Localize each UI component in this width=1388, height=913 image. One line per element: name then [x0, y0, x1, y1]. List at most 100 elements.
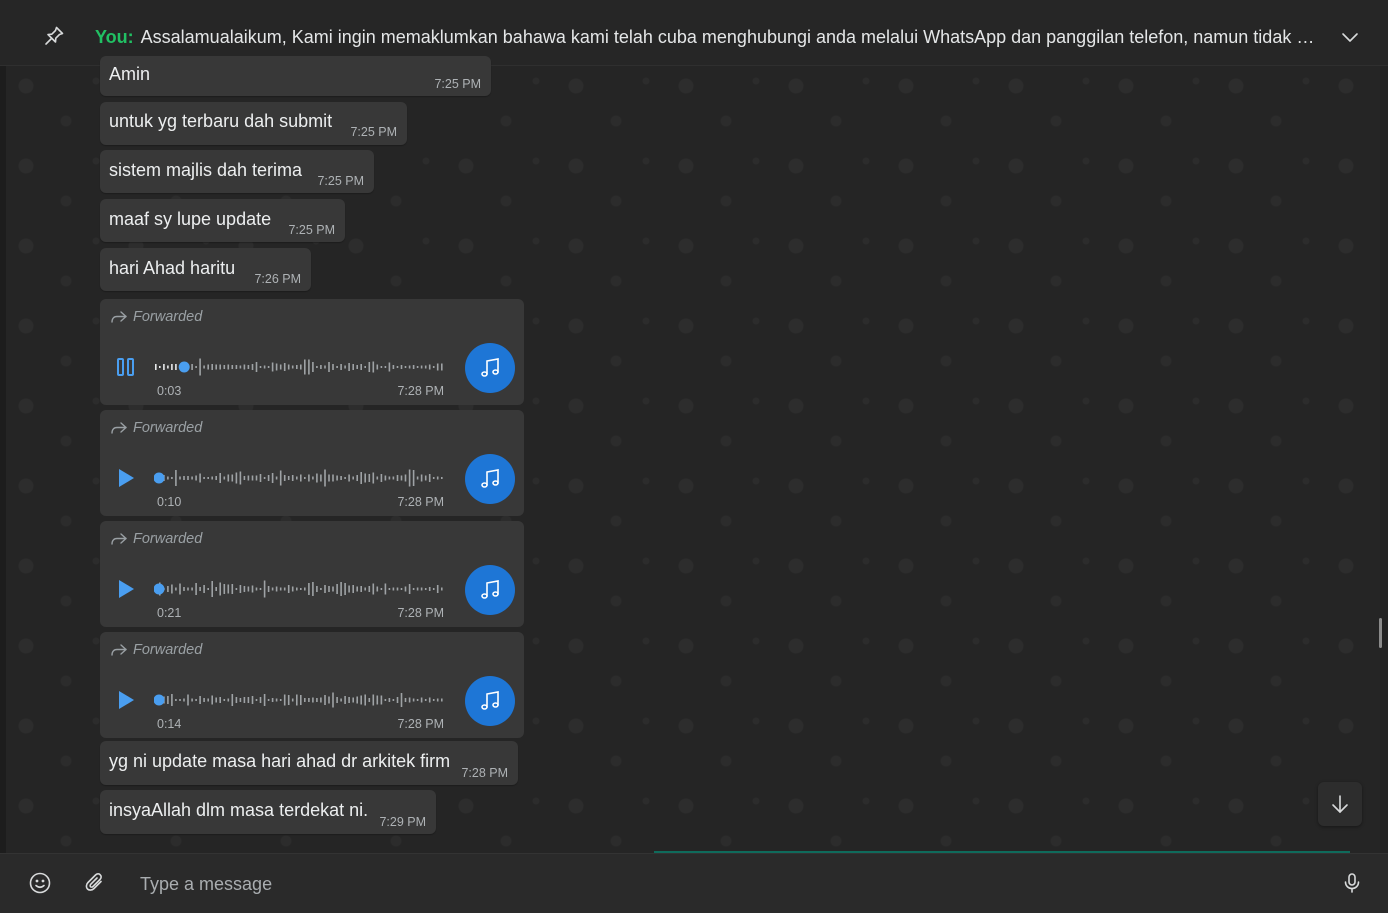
scrollbar-thumb[interactable]: [1379, 618, 1382, 648]
pinned-content: Assalamualaikum, Kami ingin memaklumkan …: [140, 27, 1325, 47]
audio-message[interactable]: Forwarded 0:10 7:28 PM: [100, 410, 524, 516]
window-edge: [0, 0, 6, 913]
waveform-bar: [207, 477, 209, 479]
waveform-bar: [271, 362, 274, 372]
waveform-bar: [171, 584, 173, 594]
waveform-bar: [388, 476, 391, 480]
waveform-bar: [187, 587, 189, 591]
message-bubble[interactable]: sistem majlis dah terima 7:25 PM: [100, 150, 374, 193]
waveform-bar: [227, 698, 230, 702]
audio-duration: 0:03: [157, 384, 182, 398]
waveform-bar: [191, 364, 193, 370]
playback-position-knob[interactable]: [154, 472, 165, 484]
audio-waveform[interactable]: [154, 575, 444, 603]
waveform-bar: [195, 583, 197, 595]
waveform-bar: [207, 364, 209, 370]
waveform-bar: [283, 363, 286, 371]
message-text: untuk yg terbaru dah submit: [109, 111, 333, 131]
audio-waveform[interactable]: [154, 353, 444, 381]
waveform-bar: [211, 581, 213, 597]
message-time: 7:25 PM: [317, 174, 364, 188]
attach-icon[interactable]: [83, 871, 107, 895]
play-icon[interactable]: [115, 578, 137, 600]
waveform-bar: [368, 362, 371, 372]
waveform-bar: [420, 697, 423, 703]
waveform-bar: [263, 580, 266, 598]
playback-position-knob[interactable]: [178, 361, 190, 373]
waveform-bar: [408, 365, 411, 369]
waveform-bar: [171, 477, 173, 479]
emoji-icon[interactable]: [28, 871, 52, 895]
pin-icon[interactable]: [42, 24, 66, 48]
waveform-bar: [328, 586, 330, 592]
waveform-bar: [376, 476, 379, 480]
waveform-bar: [348, 585, 350, 593]
waveform-bar: [436, 585, 439, 593]
waveform-bar: [376, 695, 379, 705]
message-time: 7:28 PM: [461, 766, 508, 780]
waveform-bar: [396, 697, 399, 703]
audio-message[interactable]: Forwarded 0:03 7:28 PM: [100, 299, 524, 405]
waveform-bar: [179, 583, 181, 595]
waveform-bar: [219, 582, 221, 596]
message-bubble[interactable]: untuk yg terbaru dah submit 7:25 PM: [100, 102, 407, 145]
waveform-bar: [420, 587, 423, 591]
waveform-bar: [408, 469, 411, 487]
play-icon[interactable]: [115, 689, 137, 711]
playback-position-knob[interactable]: [154, 583, 165, 595]
waveform-bar: [324, 585, 326, 593]
waveform-bar: [275, 586, 278, 592]
waveform-bar: [304, 698, 306, 702]
message-bubble[interactable]: insyaAllah dlm masa terdekat ni. 7:29 PM: [100, 790, 436, 834]
audio-waveform[interactable]: [154, 464, 444, 492]
waveform-bar: [376, 364, 379, 370]
waveform-bar: [360, 586, 362, 592]
audio-message[interactable]: Forwarded 0:14 7:28 PM: [100, 632, 524, 738]
waveform-bar: [360, 472, 362, 484]
chevron-down-icon[interactable]: [1340, 27, 1360, 47]
waveform-bar: [441, 363, 443, 371]
waveform-bar: [364, 587, 366, 591]
mic-icon[interactable]: [1340, 871, 1364, 895]
waveform-bar: [223, 699, 226, 701]
waveform-bar: [396, 366, 399, 368]
waveform-bar: [235, 472, 238, 484]
audio-duration: 0:10: [157, 495, 182, 509]
waveform-bar: [219, 697, 221, 703]
waveform-bar: [195, 366, 197, 368]
waveform-bar: [412, 698, 415, 702]
audio-message[interactable]: Forwarded 0:21 7:28 PM: [100, 521, 524, 627]
message-time: 7:28 PM: [397, 384, 444, 398]
message-bubble[interactable]: hari Ahad haritu 7:26 PM: [100, 248, 311, 291]
waveform-bar: [187, 694, 189, 706]
waveform-bar: [275, 698, 278, 702]
waveform-bar: [316, 473, 318, 483]
message-bubble[interactable]: Amin 7:25 PM: [100, 56, 491, 96]
waveform-bar: [324, 365, 326, 369]
pause-icon[interactable]: [115, 356, 137, 378]
waveform-bar: [207, 588, 209, 590]
message-bubble[interactable]: maaf sy lupe update 7:25 PM: [100, 199, 345, 242]
audio-waveform[interactable]: [154, 686, 444, 714]
waveform-bar: [360, 695, 362, 705]
waveform-bar: [432, 699, 435, 701]
waveform-bar: [380, 588, 383, 590]
play-icon[interactable]: [115, 467, 137, 489]
waveform-bar: [231, 584, 234, 594]
waveform-bar: [235, 588, 238, 590]
playback-position-knob[interactable]: [154, 694, 165, 706]
forward-icon: [111, 311, 127, 323]
scroll-to-bottom-button[interactable]: [1318, 782, 1362, 826]
waveform-bar: [227, 584, 230, 594]
waveform-bar: [404, 586, 407, 592]
waveform-bar: [396, 475, 399, 481]
waveform-bar: [412, 470, 415, 486]
waveform-bar: [291, 586, 294, 592]
message-input[interactable]: [128, 865, 1332, 903]
waveform-bar: [336, 366, 338, 368]
waveform-bar: [223, 584, 226, 594]
waveform-bar: [320, 697, 322, 703]
message-bubble[interactable]: yg ni update masa hari ahad dr arkitek f…: [100, 741, 518, 785]
pinned-message-text[interactable]: You: Assalamualaikum, Kami ingin memaklum…: [95, 25, 1325, 49]
waveform-bar: [287, 364, 290, 370]
